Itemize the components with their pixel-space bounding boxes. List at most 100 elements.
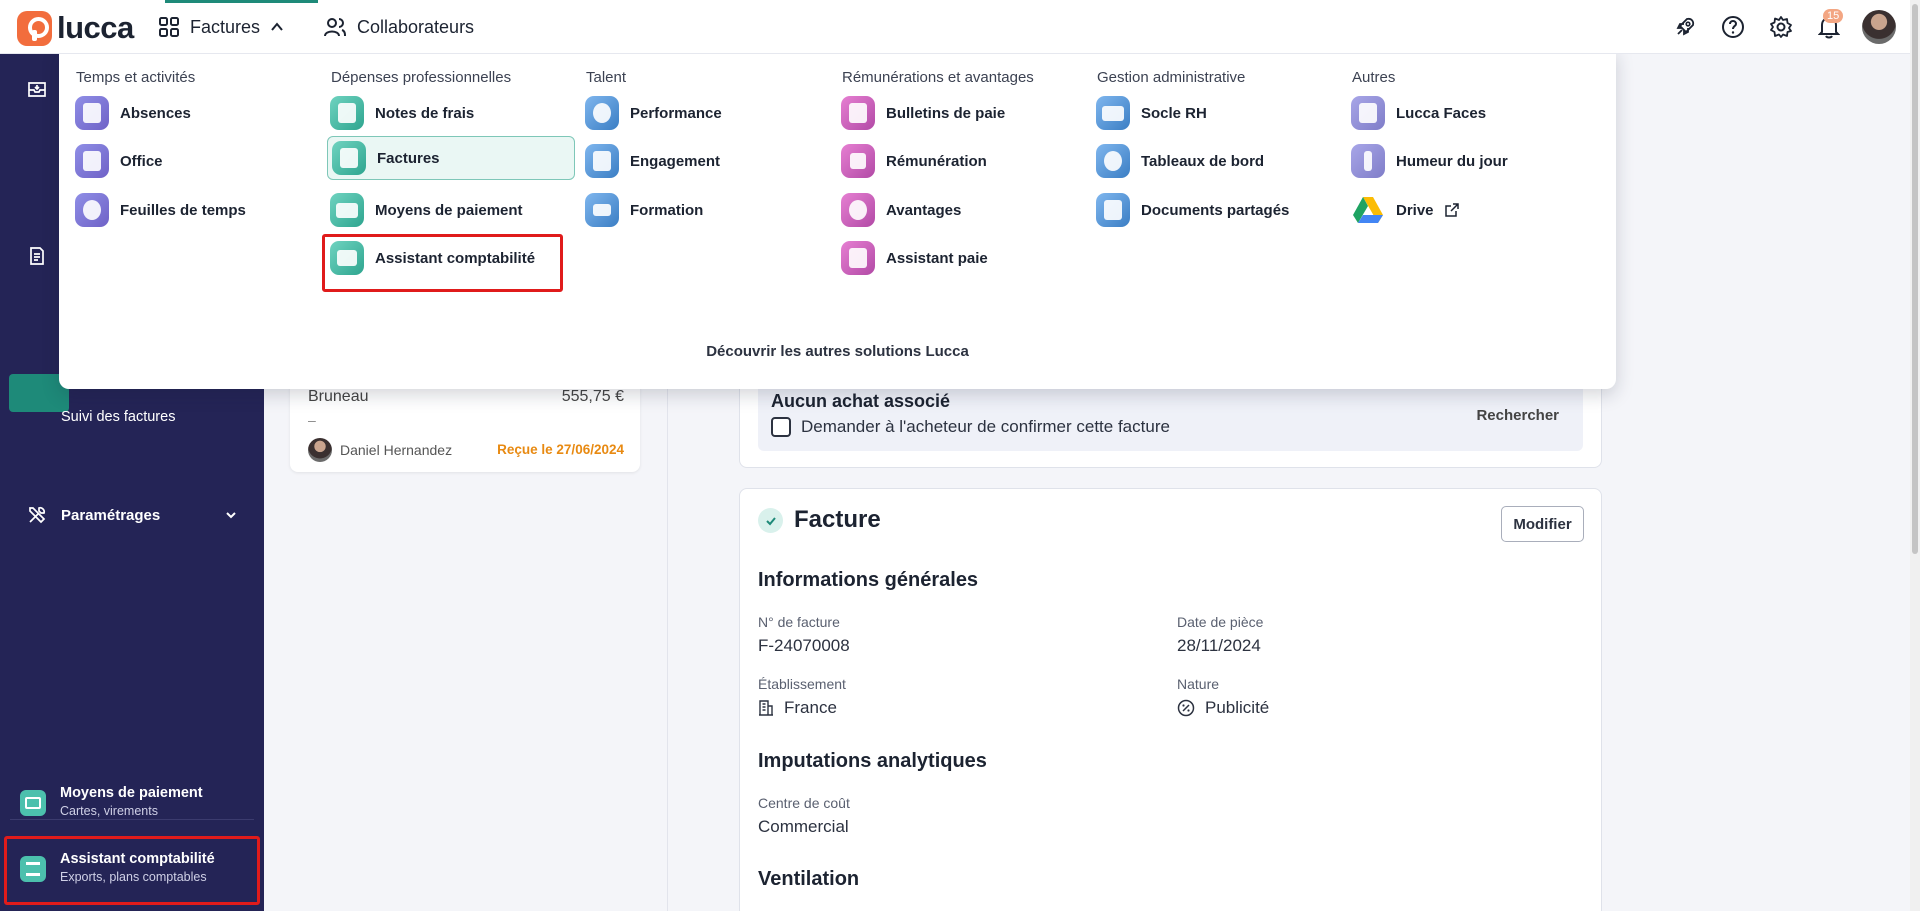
date-label: Date de pièce	[1177, 614, 1264, 630]
top-bar: lucca Factures Collaborateurs 15	[0, 0, 1920, 54]
purchase-panel: Aucun achat associé Demander à l'acheteu…	[758, 383, 1583, 451]
books-icon	[1096, 193, 1130, 227]
menu-item-moyens-paiement[interactable]: Moyens de paiement	[330, 188, 575, 232]
lucca-logo[interactable]: lucca	[17, 10, 134, 46]
menu-item-label: Notes de frais	[375, 104, 475, 122]
menu-highlight-box	[322, 234, 563, 292]
invoice-title: Facture	[794, 506, 881, 533]
thermometer-icon	[1351, 144, 1385, 178]
people-icon	[324, 18, 346, 37]
discover-solutions-link[interactable]: Découvrir les autres solutions Lucca	[59, 343, 1616, 360]
menu-item-bulletins-paie[interactable]: Bulletins de paie	[841, 91, 1086, 135]
menu-item-formation[interactable]: Formation	[585, 188, 830, 232]
google-drive-icon	[1353, 197, 1383, 223]
analytics-title: Imputations analytiques	[758, 750, 987, 772]
inbox-icon[interactable]	[27, 79, 47, 99]
menu-item-office[interactable]: Office	[75, 139, 320, 183]
menu-item-drive[interactable]: Drive	[1351, 188, 1596, 232]
graduation-cap-icon	[585, 193, 619, 227]
menu-item-label: Bulletins de paie	[886, 104, 1006, 122]
menu-item-notes-frais[interactable]: Notes de frais	[330, 91, 575, 135]
nav-factures[interactable]: Factures	[158, 12, 284, 42]
document-icon	[841, 241, 875, 275]
notification-badge: 15	[1823, 9, 1844, 23]
menu-item-label: Drive	[1396, 201, 1434, 219]
cost-center-value: Commercial	[758, 817, 849, 836]
menu-item-engagement[interactable]: Engagement	[585, 139, 830, 183]
sidebar-app-moyens-paiement[interactable]: Moyens de paiement Cartes, virements	[20, 785, 203, 818]
payslip-icon	[841, 96, 875, 130]
id-card-icon	[1096, 96, 1130, 130]
gauge-icon	[1096, 144, 1130, 178]
help-button[interactable]	[1720, 14, 1746, 40]
lucca-logo-icon	[17, 10, 52, 46]
faces-card-icon	[1351, 96, 1385, 130]
tools-icon	[29, 506, 46, 524]
menu-item-label: Rémunération	[886, 152, 987, 170]
requester-name: Daniel Hernandez	[340, 442, 453, 458]
active-nav-indicator	[165, 0, 318, 3]
menu-item-label: Feuilles de temps	[120, 201, 246, 219]
menu-column-gestion: Gestion administrative Socle RH Tableaux…	[1080, 69, 1330, 227]
edit-button[interactable]: Modifier	[1501, 506, 1584, 542]
invoice-description: –	[308, 412, 316, 428]
confirm-checkbox-label: Demander à l'acheteur de confirmer cette…	[801, 417, 1170, 436]
menu-item-socle-rh[interactable]: Socle RH	[1096, 91, 1341, 135]
establishment-label: Établissement	[758, 676, 846, 692]
requester: Daniel Hernandez	[308, 438, 452, 462]
sidebar-item-parametrages[interactable]: Paramétrages	[27, 505, 237, 525]
user-avatar[interactable]	[1862, 10, 1896, 44]
menu-item-label: Assistant paie	[886, 249, 988, 267]
menu-column-title: Dépenses professionnelles	[331, 69, 512, 86]
menu-item-feuilles-temps[interactable]: Feuilles de temps	[75, 188, 320, 232]
apps-menu: Temps et activités Absences Office Feuil…	[59, 49, 1616, 389]
menu-item-performance[interactable]: Performance	[585, 91, 830, 135]
menu-item-lucca-faces[interactable]: Lucca Faces	[1351, 91, 1596, 135]
rocket-button[interactable]	[1672, 14, 1698, 40]
search-purchase-button[interactable]: Rechercher	[1476, 407, 1559, 424]
menu-item-humeur-jour[interactable]: Humeur du jour	[1351, 139, 1596, 183]
sidebar-highlight-box	[4, 836, 260, 905]
date-value: 28/11/2024	[1177, 636, 1261, 655]
menu-item-label: Socle RH	[1141, 104, 1207, 122]
menu-column-title: Talent	[586, 69, 627, 86]
logo-text: lucca	[57, 10, 134, 45]
confirm-checkbox-row[interactable]: Demander à l'acheteur de confirmer cette…	[771, 417, 1170, 437]
purchase-title: Aucun achat associé	[771, 391, 951, 411]
ventilation-title: Ventilation	[758, 868, 860, 890]
confirm-checkbox[interactable]	[771, 417, 791, 437]
settings-button[interactable]	[1768, 14, 1794, 40]
invoice-amount: 555,75 €	[561, 388, 624, 405]
menu-item-assistant-paie[interactable]: Assistant paie	[841, 236, 1086, 280]
panel-divider	[667, 380, 668, 911]
grid-icon	[159, 17, 179, 37]
menu-item-label: Performance	[630, 104, 722, 122]
menu-item-label: Avantages	[886, 201, 962, 219]
menu-item-avantages[interactable]: Avantages	[841, 188, 1086, 232]
document-icon[interactable]	[27, 246, 47, 266]
calendar-icon	[75, 96, 109, 130]
establishment-field: France	[758, 698, 837, 718]
menu-item-factures[interactable]: Factures	[327, 136, 575, 180]
avatar	[308, 438, 332, 462]
menu-item-remuneration[interactable]: Rémunération	[841, 139, 1086, 183]
app-title: Moyens de paiement	[60, 785, 203, 801]
menu-item-documents-partages[interactable]: Documents partagés	[1096, 188, 1341, 232]
nav-collaborateurs[interactable]: Collaborateurs	[323, 12, 474, 42]
scrollbar-thumb[interactable]	[1912, 4, 1918, 554]
menu-column-talent: Talent Performance Engagement Formation	[569, 69, 819, 227]
menu-item-label: Office	[120, 152, 163, 170]
receipt-icon	[330, 96, 364, 130]
clock-icon	[75, 193, 109, 227]
menu-item-absences[interactable]: Absences	[75, 91, 320, 135]
chat-bubble-icon	[585, 96, 619, 130]
invoice-number-label: N° de facture	[758, 614, 840, 630]
card-icon	[20, 790, 46, 816]
status-badge: Reçue le 27/06/2024	[497, 442, 624, 457]
survey-icon	[585, 144, 619, 178]
menu-item-label: Tableaux de bord	[1141, 152, 1265, 170]
menu-item-tableaux-bord[interactable]: Tableaux de bord	[1096, 139, 1341, 183]
help-icon	[1722, 16, 1744, 38]
menu-column-autres: Autres Lucca Faces Humeur du jour Drive	[1335, 69, 1585, 223]
sidebar-item-suivi-factures[interactable]: Suivi des factures	[61, 409, 175, 425]
